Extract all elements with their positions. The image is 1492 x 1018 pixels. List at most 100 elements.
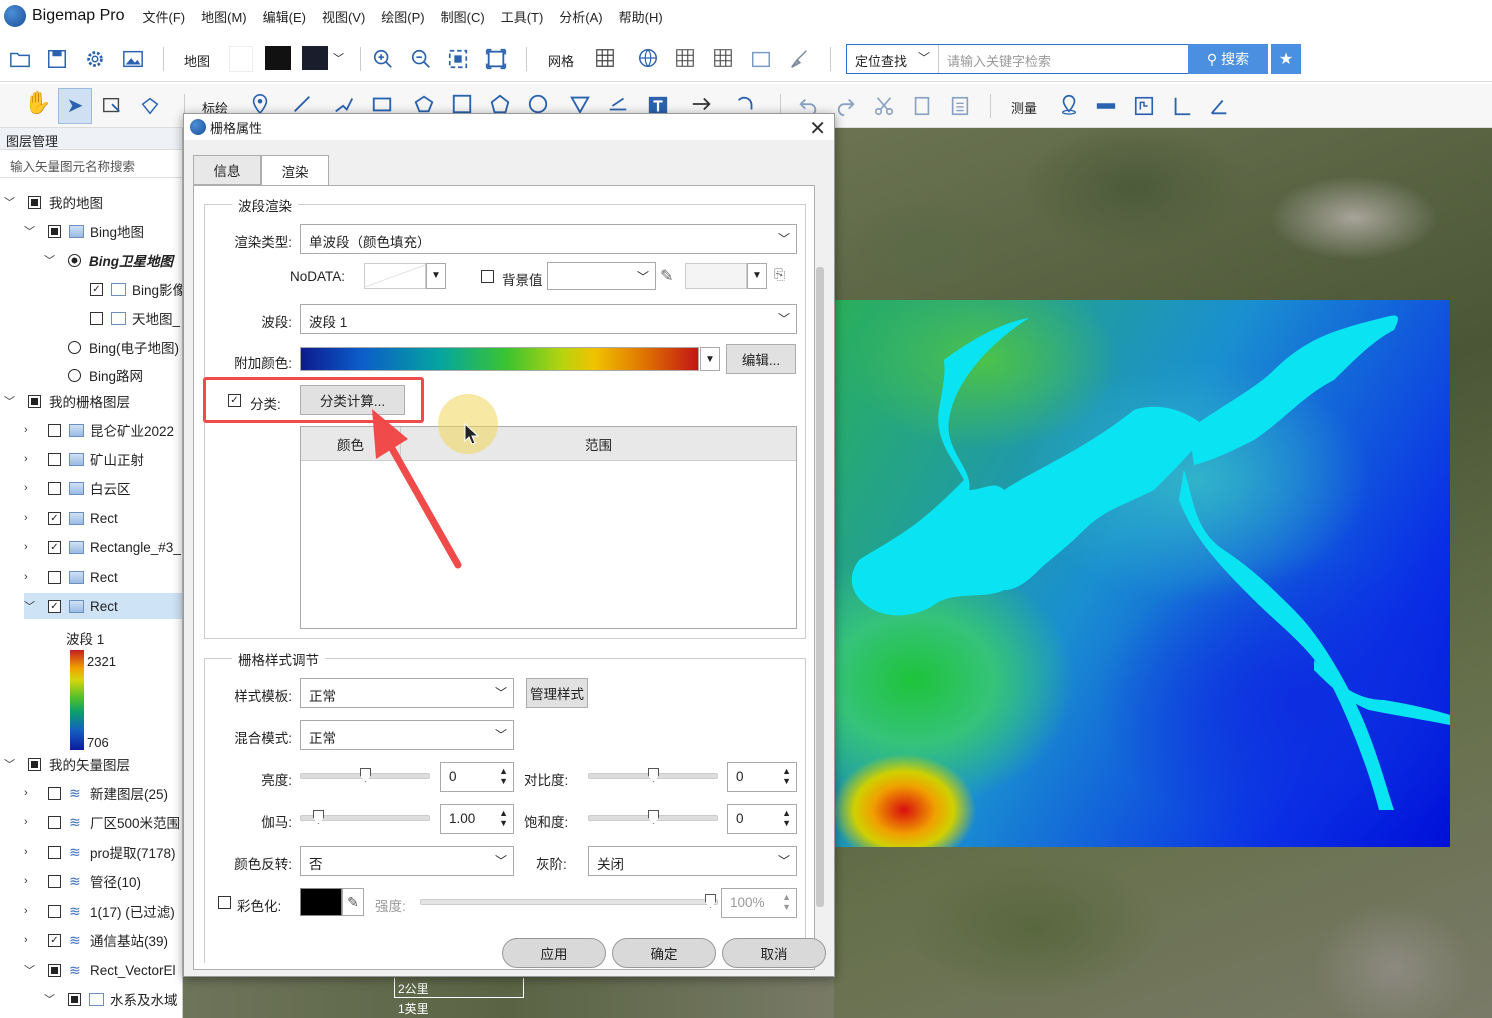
dialog-title-bar[interactable]: 栅格属性 ✕ xyxy=(184,114,834,140)
caret-down-icon[interactable]: ▼ xyxy=(700,347,720,371)
chevron-right-icon[interactable]: › xyxy=(24,512,38,524)
grid-label[interactable]: 网格 xyxy=(548,51,574,70)
checkbox[interactable] xyxy=(48,224,61,238)
tab-info[interactable]: 信息 xyxy=(193,155,261,185)
eyedropper-icon[interactable]: ✎ xyxy=(660,266,673,286)
tab-render[interactable]: 渲染 xyxy=(261,155,329,186)
chevron-right-icon[interactable]: › xyxy=(24,846,38,858)
radio-selected[interactable] xyxy=(68,253,81,267)
invert-select[interactable]: 否 ﹀ xyxy=(300,846,514,876)
image-icon[interactable] xyxy=(121,47,145,71)
tree-node-baiyun[interactable]: › 白云区 xyxy=(24,475,131,501)
colorize-color-swatch[interactable] xyxy=(300,888,342,916)
saturation-spinbox[interactable]: 0 ▲ ▼ xyxy=(727,804,797,834)
close-icon[interactable]: ✕ xyxy=(809,116,826,141)
checkbox[interactable] xyxy=(48,904,61,918)
copy-icon[interactable] xyxy=(910,94,934,118)
blend-select[interactable]: 正常 ﹀ xyxy=(300,720,514,750)
select-feature-icon[interactable] xyxy=(138,94,162,118)
checkbox[interactable] xyxy=(48,570,61,584)
contrast-spinbox[interactable]: 0 ▲ ▼ xyxy=(727,762,797,792)
redo-icon[interactable] xyxy=(834,94,858,118)
spin-arrows-icon[interactable]: ▲ ▼ xyxy=(499,808,508,828)
contrast-slider[interactable] xyxy=(588,768,718,782)
checkbox-checked[interactable]: ✓ xyxy=(48,933,61,947)
measure-label[interactable]: 测量 xyxy=(1011,98,1037,117)
chevron-down-icon[interactable]: ﹀ xyxy=(4,393,18,409)
tree-node-new-layer[interactable]: › ≋ 新建图层(25) xyxy=(24,780,168,806)
menu-cartography[interactable]: 制图(C) xyxy=(441,7,485,26)
band-select[interactable]: 波段 1 ﹀ xyxy=(300,304,797,334)
checkbox[interactable] xyxy=(48,786,61,800)
tree-node-my-map[interactable]: ﹀ 我的地图 xyxy=(4,189,103,215)
menu-help[interactable]: 帮助(H) xyxy=(619,7,663,26)
tree-node-water[interactable]: ﹀ 水系及水域 xyxy=(44,986,178,1012)
ok-button[interactable]: 确定 xyxy=(612,938,716,968)
color-ramp-preview[interactable] xyxy=(300,347,699,371)
tree-node-tianditu[interactable]: 天地图_ xyxy=(90,305,180,331)
chevron-right-icon[interactable]: › xyxy=(24,541,38,553)
checkbox[interactable] xyxy=(48,845,61,859)
checkbox[interactable] xyxy=(48,963,61,977)
azimuth-measure-icon[interactable] xyxy=(1207,94,1231,118)
strength-spinbox[interactable]: 100% ▲ ▼ xyxy=(721,888,797,918)
map-thumbnail-blank[interactable] xyxy=(229,46,253,72)
checkbox[interactable] xyxy=(48,874,61,888)
background-select[interactable]: ﹀ xyxy=(547,262,656,290)
checkbox[interactable] xyxy=(28,757,41,771)
spin-arrows-icon[interactable]: ▲ ▼ xyxy=(782,808,791,828)
chevron-right-icon[interactable]: › xyxy=(24,424,38,436)
checkbox-checked[interactable]: ✓ xyxy=(48,511,61,525)
colorize-checkbox[interactable] xyxy=(218,896,231,909)
chevron-down-icon[interactable]: ﹀ xyxy=(44,252,58,268)
save-icon[interactable] xyxy=(45,47,69,71)
tree-node-bing-road[interactable]: Bing路网 xyxy=(68,362,143,388)
chevron-down-icon[interactable]: ﹀ xyxy=(333,50,344,66)
cut-scissors-icon[interactable] xyxy=(872,94,896,118)
spin-arrows-icon[interactable]: ▲ ▼ xyxy=(782,766,791,786)
dialog-scrollbar[interactable] xyxy=(816,267,824,907)
background-checkbox[interactable] xyxy=(481,270,494,283)
settings-gear-icon[interactable] xyxy=(83,47,107,71)
brightness-slider[interactable] xyxy=(300,768,430,782)
tree-node-rect-1[interactable]: › ✓ Rect xyxy=(24,505,118,531)
checkbox-checked[interactable]: ✓ xyxy=(90,282,103,296)
apply-button[interactable]: 应用 xyxy=(502,938,606,968)
menu-file[interactable]: 文件(F) xyxy=(143,7,186,26)
export-file-icon[interactable]: ⎘ xyxy=(774,266,785,283)
menu-analysis[interactable]: 分析(A) xyxy=(559,7,602,26)
grayscale-select[interactable]: 关闭 ﹀ xyxy=(588,846,797,876)
tree-node-rect-vector[interactable]: ﹀ ≋ Rect_VectorEl xyxy=(24,957,176,983)
spin-arrows-icon[interactable]: ▲ ▼ xyxy=(782,892,791,912)
checkbox[interactable] xyxy=(48,815,61,829)
spin-arrows-icon[interactable]: ▲ ▼ xyxy=(499,766,508,786)
chevron-right-icon[interactable]: › xyxy=(24,482,38,494)
tree-node-factory-500m[interactable]: › ≋ 厂区500米范围 xyxy=(24,809,180,835)
zoom-in-icon[interactable] xyxy=(371,47,395,71)
tree-node-rect-2[interactable]: › Rect xyxy=(24,564,118,590)
checkbox[interactable] xyxy=(68,992,81,1006)
tree-node-rectangle-3[interactable]: › ✓ Rectangle_#3_ xyxy=(24,534,181,560)
search-input[interactable]: 请输入关键字检索 xyxy=(947,51,1051,70)
eyedropper-icon[interactable]: ✎ xyxy=(342,888,364,916)
globe-grid-icon[interactable] xyxy=(636,46,660,70)
chevron-down-icon[interactable]: ﹀ xyxy=(4,756,18,772)
chevron-right-icon[interactable]: › xyxy=(24,453,38,465)
paste-icon[interactable] xyxy=(948,94,972,118)
tree-node-pipe-diameter[interactable]: › ≋ 管径(10) xyxy=(24,868,141,894)
background-color-swatch[interactable] xyxy=(685,263,747,289)
cancel-button[interactable]: 取消 xyxy=(722,938,826,968)
chevron-down-icon[interactable]: ﹀ xyxy=(24,223,38,239)
chevron-right-icon[interactable]: › xyxy=(24,787,38,799)
tree-node-bing-electronic[interactable]: Bing(电子地图) xyxy=(68,334,179,360)
area-measure-icon[interactable] xyxy=(1132,94,1156,118)
clear-brush-icon[interactable] xyxy=(787,47,811,71)
chevron-right-icon[interactable]: › xyxy=(24,571,38,583)
caret-down-icon[interactable]: ▼ xyxy=(426,263,446,289)
menu-edit[interactable]: 编辑(E) xyxy=(263,7,306,26)
identify-icon[interactable] xyxy=(100,94,124,118)
manage-style-button[interactable]: 管理样式 xyxy=(526,678,588,708)
open-folder-icon[interactable] xyxy=(8,47,32,71)
map-thumbnail-dark[interactable] xyxy=(265,46,291,70)
zoom-out-icon[interactable] xyxy=(409,47,433,71)
